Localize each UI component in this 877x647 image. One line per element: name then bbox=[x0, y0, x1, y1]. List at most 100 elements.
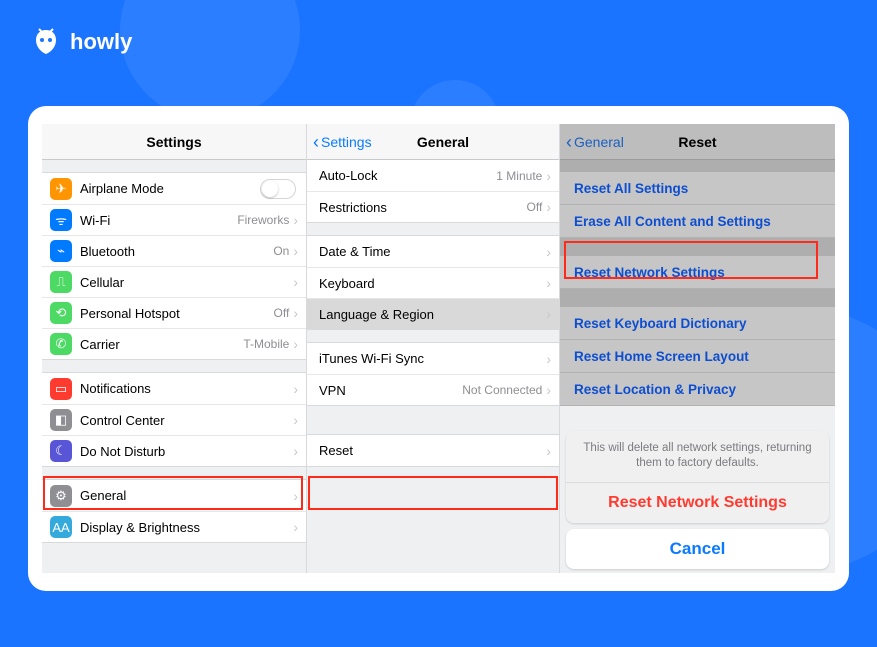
hotspot-icon: ⟲ bbox=[50, 302, 72, 324]
settings-row-general[interactable]: ⚙General› bbox=[42, 480, 306, 511]
row-detail: Off bbox=[274, 306, 290, 320]
chevron-right-icon: › bbox=[293, 519, 298, 535]
reset-row-reset-network-settings[interactable]: Reset Network Settings bbox=[560, 256, 835, 289]
general-icon: ⚙ bbox=[50, 485, 72, 507]
row-label: Cellular bbox=[80, 275, 124, 290]
row-detail: On bbox=[273, 244, 289, 258]
row-label: General bbox=[80, 488, 126, 503]
chevron-right-icon: › bbox=[293, 381, 298, 397]
general-back-button[interactable]: ‹ Settings bbox=[313, 124, 372, 159]
row-label: Language & Region bbox=[319, 307, 434, 322]
reset-header: ‹ General Reset bbox=[560, 124, 835, 160]
reset-panel: ‹ General Reset Reset All SettingsErase … bbox=[560, 124, 835, 573]
reset-row-reset-keyboard-dictionary[interactable]: Reset Keyboard Dictionary bbox=[560, 307, 835, 340]
notifications-icon: ▭ bbox=[50, 378, 72, 400]
general-title: General bbox=[417, 134, 469, 150]
action-sheet-message: This will delete all network settings, r… bbox=[566, 431, 829, 483]
row-label: iTunes Wi-Fi Sync bbox=[319, 351, 424, 366]
controlcenter-icon: ◧ bbox=[50, 409, 72, 431]
row-detail: 1 Minute bbox=[496, 169, 542, 183]
airplane-icon: ✈ bbox=[50, 178, 72, 200]
chevron-right-icon: › bbox=[546, 199, 551, 215]
chevron-right-icon: › bbox=[293, 336, 298, 352]
chevron-right-icon: › bbox=[546, 306, 551, 322]
general-panel: ‹ Settings General Auto-Lock1 Minute›Res… bbox=[307, 124, 560, 573]
general-row-vpn[interactable]: VPN Not Connected › bbox=[307, 374, 559, 405]
chevron-right-icon: › bbox=[293, 212, 298, 228]
screenshot-frame: Settings ✈ Airplane Mode ᯤ Wi-Fi Fireworks › ⌁… bbox=[28, 106, 849, 591]
row-label: Keyboard bbox=[319, 276, 375, 291]
row-label: Restrictions bbox=[319, 200, 387, 215]
reset-network-confirm-button[interactable]: Reset Network Settings bbox=[566, 483, 829, 523]
settings-panel: Settings ✈ Airplane Mode ᯤ Wi-Fi Fireworks › ⌁… bbox=[42, 124, 307, 573]
row-label: Do Not Disturb bbox=[80, 444, 165, 459]
row-label: Date & Time bbox=[319, 244, 391, 259]
chevron-right-icon: › bbox=[546, 351, 551, 367]
chevron-left-icon: ‹ bbox=[313, 133, 319, 151]
row-label: Display & Brightness bbox=[80, 520, 200, 535]
row-label: Personal Hotspot bbox=[80, 306, 180, 321]
chevron-right-icon: › bbox=[293, 412, 298, 428]
brand-logo: howly bbox=[30, 26, 132, 58]
settings-row-personal-hotspot[interactable]: ⟲ Personal Hotspot Off› bbox=[42, 297, 306, 328]
row-label: Wi-Fi bbox=[80, 213, 110, 228]
bg-decor bbox=[120, 0, 300, 120]
chevron-right-icon: › bbox=[293, 305, 298, 321]
toggle-switch[interactable] bbox=[260, 179, 296, 199]
row-label: Control Center bbox=[80, 413, 165, 428]
general-row-language-region[interactable]: Language & Region › bbox=[307, 298, 559, 329]
owl-icon bbox=[30, 26, 62, 58]
row-detail: Fireworks bbox=[237, 213, 289, 227]
reset-row-reset-location-privacy[interactable]: Reset Location & Privacy bbox=[560, 373, 835, 406]
brand-name: howly bbox=[70, 29, 132, 55]
general-row-reset[interactable]: Reset› bbox=[307, 435, 559, 466]
row-detail: Not Connected bbox=[462, 383, 542, 397]
reset-back-button[interactable]: ‹ General bbox=[566, 124, 624, 159]
carrier-icon: ✆ bbox=[50, 333, 72, 355]
settings-row-wi-fi[interactable]: ᯤ Wi-Fi Fireworks › bbox=[42, 204, 306, 235]
general-row-date-time[interactable]: Date & Time › bbox=[307, 236, 559, 267]
settings-row-notifications[interactable]: ▭ Notifications › bbox=[42, 373, 306, 404]
general-row-itunes-wi-fi-sync[interactable]: iTunes Wi-Fi Sync › bbox=[307, 343, 559, 374]
chevron-right-icon: › bbox=[293, 443, 298, 459]
settings-row-carrier[interactable]: ✆ Carrier T-Mobile › bbox=[42, 328, 306, 359]
reset-row-erase-all-content-and-settings[interactable]: Erase All Content and Settings bbox=[560, 205, 835, 238]
chevron-right-icon: › bbox=[546, 382, 551, 398]
settings-row-cellular[interactable]: ⎍ Cellular › bbox=[42, 266, 306, 297]
settings-row-airplane-mode[interactable]: ✈ Airplane Mode bbox=[42, 173, 306, 204]
row-label: Notifications bbox=[80, 381, 151, 396]
general-back-label: Settings bbox=[321, 134, 372, 150]
general-header: ‹ Settings General bbox=[307, 124, 559, 160]
cancel-button[interactable]: Cancel bbox=[566, 529, 829, 569]
chevron-left-icon: ‹ bbox=[566, 133, 572, 151]
general-row-auto-lock[interactable]: Auto-Lock 1 Minute › bbox=[307, 160, 559, 191]
action-sheet: This will delete all network settings, r… bbox=[566, 431, 829, 569]
row-label: Auto-Lock bbox=[319, 168, 378, 183]
reset-row-reset-all-settings[interactable]: Reset All Settings bbox=[560, 172, 835, 205]
row-detail: Off bbox=[527, 200, 543, 214]
settings-header: Settings bbox=[42, 124, 306, 160]
reset-row-reset-home-screen-layout[interactable]: Reset Home Screen Layout bbox=[560, 340, 835, 373]
cellular-icon: ⎍ bbox=[50, 271, 72, 293]
settings-row-bluetooth[interactable]: ⌁BluetoothOn› bbox=[42, 235, 306, 266]
reset-title: Reset bbox=[678, 134, 716, 150]
chevron-right-icon: › bbox=[293, 274, 298, 290]
row-detail: T-Mobile bbox=[243, 337, 289, 351]
chevron-right-icon: › bbox=[546, 244, 551, 260]
row-label: VPN bbox=[319, 383, 346, 398]
settings-row-display-brightness[interactable]: AA Display & Brightness › bbox=[42, 511, 306, 542]
bluetooth-icon: ⌁ bbox=[50, 240, 72, 262]
settings-row-do-not-disturb[interactable]: ☾ Do Not Disturb › bbox=[42, 435, 306, 466]
general-row-restrictions[interactable]: Restrictions Off› bbox=[307, 191, 559, 222]
reset-back-label: General bbox=[574, 134, 624, 150]
row-label: Airplane Mode bbox=[80, 181, 164, 196]
settings-title: Settings bbox=[146, 134, 201, 150]
settings-row-control-center[interactable]: ◧ Control Center › bbox=[42, 404, 306, 435]
chevron-right-icon: › bbox=[546, 275, 551, 291]
display-icon: AA bbox=[50, 516, 72, 538]
row-label: Carrier bbox=[80, 337, 120, 352]
dnd-icon: ☾ bbox=[50, 440, 72, 462]
chevron-right-icon: › bbox=[546, 168, 551, 184]
wifi-icon: ᯤ bbox=[50, 209, 72, 231]
general-row-keyboard[interactable]: Keyboard › bbox=[307, 267, 559, 298]
